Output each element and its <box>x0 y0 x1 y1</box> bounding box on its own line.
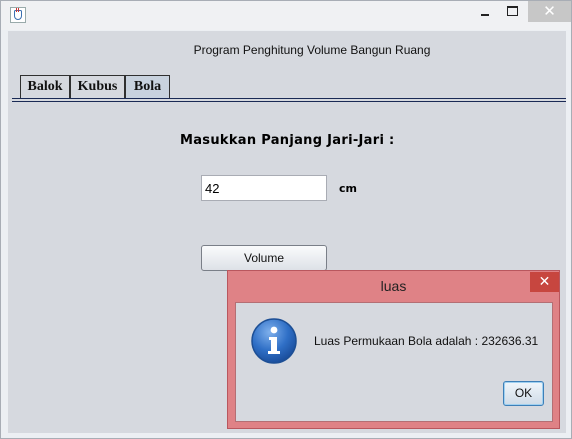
radius-prompt-label: Masukkan Panjang Jari-Jari : <box>180 133 395 148</box>
volume-button[interactable]: Volume <box>201 245 327 271</box>
radius-input[interactable] <box>201 175 327 201</box>
dialog-message: Luas Permukaan Bola adalah : 232636.31 <box>314 334 539 348</box>
maximize-button[interactable] <box>502 1 522 22</box>
tab-kubus[interactable]: Kubus <box>70 75 125 98</box>
minimize-button[interactable] <box>475 1 495 22</box>
page-title: Program Penghitung Volume Bangun Ruang <box>193 43 431 57</box>
dialog-body: Luas Permukaan Bola adalah : 232636.31 O… <box>235 302 553 422</box>
title-bar: ✕ <box>1 1 571 30</box>
java-app-icon <box>10 7 26 23</box>
tab-balok[interactable]: Balok <box>20 75 70 98</box>
message-dialog: luas ✕ Luas Permukaan Bola adalah : 2326… <box>227 270 560 429</box>
close-button[interactable]: ✕ <box>528 1 571 22</box>
unit-label: cm <box>339 182 357 195</box>
dialog-title: luas <box>380 278 407 294</box>
ok-button[interactable]: OK <box>503 381 544 406</box>
dialog-close-button[interactable]: ✕ <box>530 272 559 292</box>
tab-divider <box>12 98 566 102</box>
info-icon <box>251 318 297 364</box>
tab-bola[interactable]: Bola <box>125 75 170 98</box>
